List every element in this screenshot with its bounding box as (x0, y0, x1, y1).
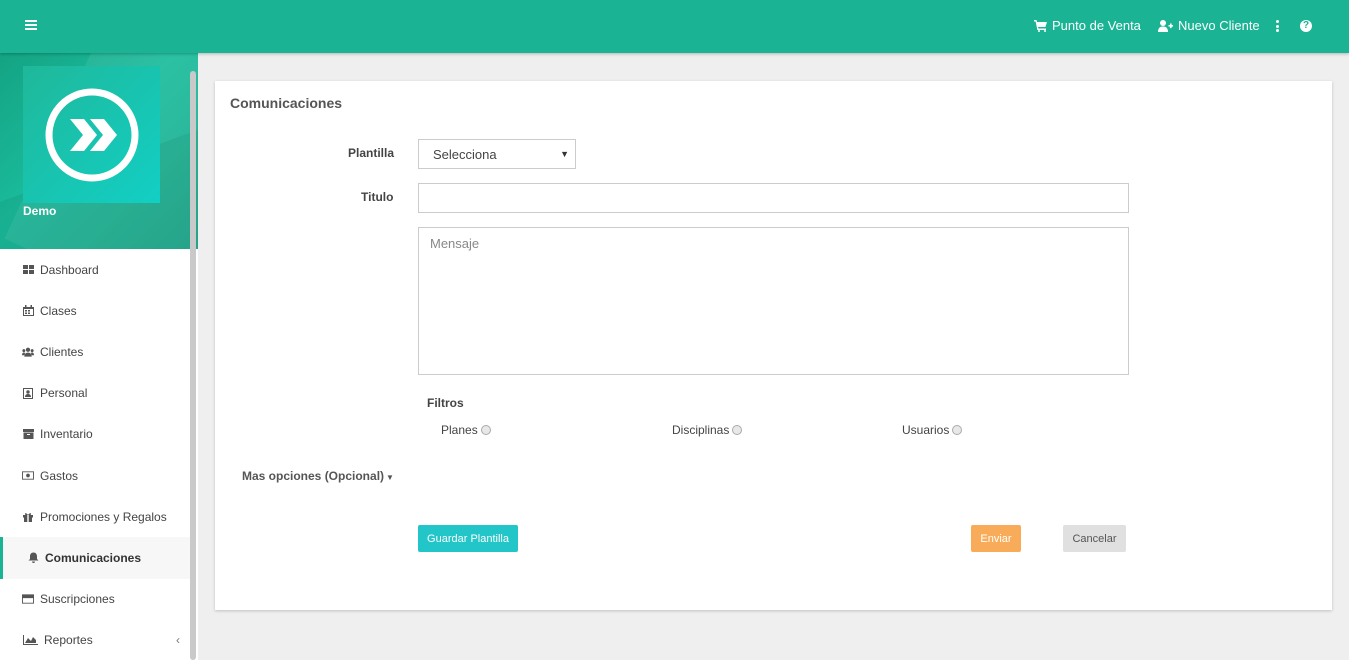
filter-planes-radio[interactable]: Planes (441, 423, 491, 437)
caret-down-icon: ▼ (386, 473, 394, 482)
sidebar-item-inventario[interactable]: Inventario (0, 414, 190, 455)
calendar-icon (22, 305, 34, 317)
sidebar-item-clases[interactable]: Clases (0, 290, 190, 331)
sidebar-item-label: Comunicaciones (45, 550, 142, 565)
sidebar-item-promociones[interactable]: Promociones y Regalos (0, 496, 190, 537)
enviar-button[interactable]: Enviar (971, 525, 1021, 552)
sidebar-nav: Dashboard Clases Clientes Personal Inven… (0, 249, 190, 660)
help-icon[interactable]: ? (1300, 20, 1312, 32)
plantilla-label: Plantilla (348, 146, 395, 160)
menu-toggle-icon[interactable] (25, 20, 37, 30)
sidebar-item-label: Clases (40, 303, 77, 318)
plantilla-selected-value: Selecciona (433, 147, 497, 162)
filter-usuarios-radio[interactable]: Usuarios (902, 423, 963, 437)
sidebar-scrollbar[interactable] (190, 71, 196, 660)
address-book-icon (22, 387, 34, 399)
sidebar-item-label: Personal (40, 386, 88, 401)
sidebar-item-label: Gastos (40, 468, 79, 483)
top-navbar: Punto de Venta Nuevo Cliente ? (0, 0, 1349, 53)
brand-logo (23, 66, 160, 203)
sidebar-item-label: Reportes (44, 633, 93, 648)
radio-icon[interactable] (952, 425, 963, 435)
card-title: Comunicaciones (230, 95, 343, 111)
double-chevron-logo-icon (45, 88, 138, 181)
area-chart-icon (22, 634, 38, 646)
filtros-label: Filtros (427, 396, 464, 410)
shopping-cart-icon (1034, 19, 1047, 32)
sidebar-item-gastos[interactable]: Gastos (0, 455, 190, 496)
sidebar-item-personal[interactable]: Personal (0, 373, 190, 414)
user-plus-icon (1158, 19, 1173, 32)
money-icon (22, 470, 34, 482)
gift-icon (22, 511, 34, 523)
nuevo-cliente-link[interactable]: Nuevo Cliente (1158, 18, 1260, 33)
communications-card: Comunicaciones Plantilla Selecciona ▼ Ti… (215, 81, 1332, 610)
more-options-icon[interactable] (1276, 20, 1280, 32)
more-options-label: Mas opciones (Opcional) (242, 469, 385, 483)
sidebar-item-comunicaciones[interactable]: Comunicaciones (0, 537, 190, 579)
filter-disciplinas-radio[interactable]: Disciplinas (672, 423, 743, 437)
sidebar-profile-header: Demo (0, 53, 198, 249)
caret-down-icon: ▼ (560, 149, 569, 159)
sidebar-item-label: Dashboard (40, 262, 99, 277)
sidebar-item-label: Suscripciones (40, 592, 115, 607)
plantilla-select[interactable]: Selecciona ▼ (418, 139, 576, 169)
sidebar: Demo Dashboard Clases Clientes Personal … (0, 53, 198, 660)
credit-card-icon (22, 593, 34, 605)
punto-de-venta-link[interactable]: Punto de Venta (1034, 18, 1141, 33)
mensaje-textarea[interactable] (418, 227, 1129, 375)
nuevo-cliente-label: Nuevo Cliente (1178, 18, 1260, 33)
filter-label: Disciplinas (672, 423, 730, 437)
bell-icon (27, 552, 39, 564)
sidebar-item-clientes[interactable]: Clientes (0, 331, 190, 372)
sidebar-item-suscripciones[interactable]: Suscripciones (0, 579, 190, 620)
radio-icon[interactable] (732, 425, 743, 435)
sidebar-item-label: Inventario (40, 427, 93, 442)
punto-de-venta-label: Punto de Venta (1052, 18, 1141, 33)
users-icon (22, 346, 34, 358)
sidebar-item-label: Promociones y Regalos (40, 509, 167, 524)
sidebar-item-reportes[interactable]: Reportes ‹ (0, 620, 190, 660)
filter-label: Usuarios (902, 423, 950, 437)
user-name: Demo (23, 204, 57, 218)
filter-label: Planes (441, 423, 478, 437)
archive-icon (22, 428, 34, 440)
dashboard-icon (22, 264, 34, 276)
sidebar-item-dashboard[interactable]: Dashboard (0, 249, 190, 290)
titulo-input[interactable] (418, 183, 1129, 213)
radio-icon[interactable] (480, 425, 491, 435)
titulo-label: Titulo (361, 190, 394, 204)
more-options-toggle[interactable]: Mas opciones (Opcional) ▼ (242, 469, 394, 483)
cancelar-button[interactable]: Cancelar (1063, 525, 1126, 552)
chevron-left-icon: ‹ (176, 633, 180, 648)
sidebar-item-label: Clientes (40, 344, 84, 359)
guardar-plantilla-button[interactable]: Guardar Plantilla (418, 525, 518, 552)
